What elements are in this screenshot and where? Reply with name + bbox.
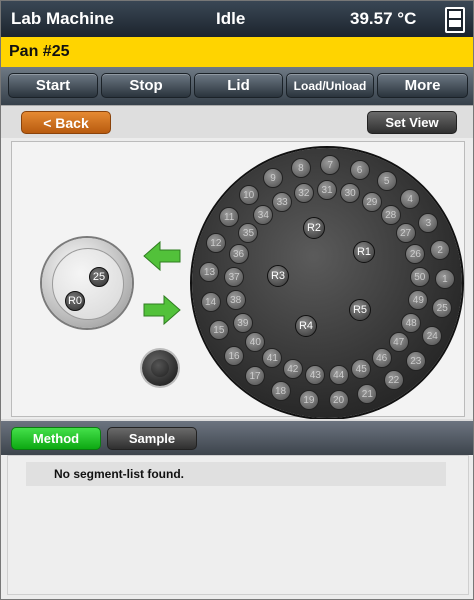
tray-position[interactable]: 11 [219, 207, 240, 227]
tray-position[interactable]: 24 [422, 326, 443, 347]
method-panel: No segment-list found. [7, 455, 469, 595]
stop-button[interactable]: Stop [101, 73, 191, 98]
tray-position[interactable]: 45 [351, 359, 372, 380]
load-unload-button[interactable]: Load/Unload [286, 73, 374, 98]
tray-position[interactable]: 43 [305, 365, 326, 386]
tray-position[interactable]: 1 [434, 268, 455, 289]
tray-position[interactable]: 10 [238, 184, 259, 205]
measuring-cell[interactable]: 25 R0 [42, 238, 132, 328]
temperature-readout: 39.57 °C [350, 9, 417, 28]
tray-reference-position[interactable]: R2 [303, 217, 325, 239]
back-button[interactable]: < Back [21, 111, 111, 134]
tray-position[interactable]: 46 [371, 348, 392, 369]
tray-position[interactable]: 49 [408, 290, 429, 311]
tray-view: 25 R0 1 2 3 4 5 6 7 8 9 10 11 12 13 14 15 16 17 18 19 20 21 2… [11, 141, 465, 418]
app-window: Lab Machine Idle 39.57 °C Pan #25 Start … [0, 0, 474, 600]
tray-reference-position[interactable]: R3 [267, 265, 289, 287]
tray-position[interactable]: 39 [232, 312, 253, 333]
tray-position[interactable]: 44 [328, 365, 349, 386]
tray-position[interactable]: 48 [401, 312, 422, 333]
cell-position-reference[interactable]: R0 [65, 291, 85, 311]
tray-position[interactable]: 50 [409, 267, 430, 288]
tray-position[interactable]: 37 [224, 267, 245, 288]
arrow-right-icon[interactable] [142, 294, 182, 326]
tray-position[interactable]: 33 [272, 191, 293, 212]
tray-position[interactable]: 12 [205, 233, 226, 254]
tray-position[interactable]: 25 [432, 298, 453, 319]
tray-position[interactable]: 8 [290, 157, 311, 178]
tab-sample[interactable]: Sample [107, 427, 197, 450]
tray-position[interactable]: 34 [253, 205, 274, 226]
tray-position[interactable]: 23 [405, 350, 426, 371]
tray-position[interactable]: 47 [388, 332, 409, 353]
autosampler-tray: 1 2 3 4 5 6 7 8 9 10 11 12 13 14 15 16 17 18 19 20 21 22 23 24 2… [192, 148, 462, 418]
tray-position[interactable]: 27 [395, 223, 416, 244]
tray-position[interactable]: 38 [225, 290, 246, 311]
tray-position[interactable]: 21 [357, 383, 378, 404]
tray-position[interactable]: 5 [376, 171, 397, 192]
tray-position[interactable]: 16 [224, 345, 244, 366]
cell-position-sample[interactable]: 25 [89, 267, 109, 287]
tray-position[interactable]: 40 [245, 332, 266, 353]
tray-position[interactable]: 42 [282, 359, 303, 380]
toolbar: Start Stop Lid Load/Unload More [1, 67, 473, 105]
tray-position[interactable]: 4 [400, 189, 421, 210]
set-view-button[interactable]: Set View [367, 111, 457, 134]
tray-position[interactable]: 31 [317, 180, 337, 200]
empty-segment-message: No segment-list found. [26, 462, 446, 486]
status-text: Idle [216, 9, 246, 28]
navigation-bar: < Back Set View [1, 105, 473, 138]
tray-position[interactable]: 26 [405, 244, 426, 265]
tray-position[interactable]: 29 [361, 191, 382, 212]
rotate-knob[interactable] [142, 350, 178, 386]
tray-position[interactable]: 22 [383, 370, 404, 391]
tray-position[interactable]: 3 [418, 212, 439, 233]
start-button[interactable]: Start [8, 73, 98, 98]
pan-label: Pan #25 [9, 43, 70, 60]
tray-position[interactable]: 14 [200, 291, 221, 312]
tray-position[interactable]: 9 [263, 168, 284, 189]
more-button[interactable]: More [377, 73, 468, 98]
title-bar: Lab Machine Idle 39.57 °C [1, 1, 473, 37]
window-toggle-icon[interactable] [445, 7, 465, 33]
cell-inner: 25 R0 [52, 248, 124, 320]
tray-position[interactable]: 19 [298, 389, 319, 410]
tray-position[interactable]: 41 [262, 348, 283, 369]
tab-bar: Method Sample [1, 419, 473, 455]
lid-button[interactable]: Lid [194, 73, 283, 98]
tray-reference-position[interactable]: R4 [295, 315, 317, 337]
tray-position[interactable]: 2 [430, 239, 451, 260]
tray-position[interactable]: 35 [238, 223, 259, 244]
tray-position[interactable]: 18 [270, 381, 291, 402]
pan-bar: Pan #25 [1, 37, 473, 67]
tray-position[interactable]: 28 [380, 205, 401, 226]
tray-position[interactable]: 32 [293, 182, 314, 203]
tray-position[interactable]: 13 [199, 262, 220, 283]
tray-position[interactable]: 17 [245, 366, 265, 387]
tray-position[interactable]: 36 [228, 244, 249, 265]
tray-reference-position[interactable]: R1 [353, 241, 375, 263]
tray-position[interactable]: 20 [328, 390, 349, 411]
tray-reference-position[interactable]: R5 [349, 299, 371, 321]
app-title: Lab Machine [11, 9, 114, 28]
tray-position[interactable]: 15 [208, 320, 229, 341]
tray-position[interactable]: 6 [349, 159, 370, 180]
tray-position[interactable]: 30 [340, 182, 361, 203]
tab-method[interactable]: Method [11, 427, 101, 450]
tray-position[interactable]: 7 [320, 155, 341, 176]
arrow-left-icon[interactable] [142, 240, 182, 272]
